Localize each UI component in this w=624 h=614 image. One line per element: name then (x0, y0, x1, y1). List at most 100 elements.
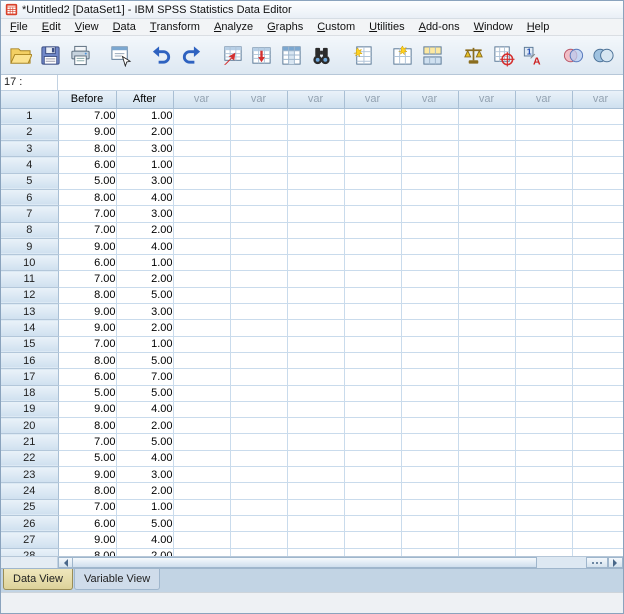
cell-var-empty[interactable] (230, 499, 288, 516)
cell-before[interactable]: 8.00 (58, 417, 117, 435)
scrollbar-thumb[interactable] (73, 557, 537, 568)
cell-var-empty[interactable] (401, 222, 459, 239)
cell-before[interactable]: 9.00 (58, 319, 117, 337)
cell-var-empty[interactable] (515, 385, 573, 402)
cell-after[interactable]: 2.00 (116, 482, 174, 500)
cell-var-empty[interactable] (572, 499, 623, 516)
cell-var-empty[interactable] (230, 417, 288, 435)
cell-var-empty[interactable] (401, 124, 459, 142)
menu-custom[interactable]: Custom (310, 19, 362, 35)
cell-before[interactable]: 8.00 (58, 352, 117, 370)
cell-var-empty[interactable] (173, 385, 231, 402)
column-header-var[interactable]: var (344, 91, 402, 109)
cell-var-empty[interactable] (287, 548, 345, 556)
cell-before[interactable]: 7.00 (58, 336, 117, 353)
cell-after[interactable]: 1.00 (116, 336, 174, 353)
column-header-var[interactable]: var (401, 91, 459, 109)
cell-after[interactable]: 1.00 (116, 156, 174, 174)
cell-var-empty[interactable] (572, 368, 623, 386)
row-header[interactable]: 10 (1, 254, 59, 272)
cell-var-empty[interactable] (344, 336, 402, 353)
row-header[interactable]: 25 (1, 499, 59, 516)
cell-var-empty[interactable] (401, 433, 459, 451)
cell-var-empty[interactable] (230, 254, 288, 272)
cell-var-empty[interactable] (515, 515, 573, 533)
cell-var-empty[interactable] (458, 238, 516, 256)
cell-var-empty[interactable] (515, 466, 573, 484)
cell-var-empty[interactable] (515, 482, 573, 500)
cell-var-empty[interactable] (287, 254, 345, 272)
cell-var-empty[interactable] (287, 270, 345, 288)
cell-before[interactable]: 8.00 (58, 548, 117, 556)
cell-after[interactable]: 2.00 (116, 548, 174, 556)
cell-var-empty[interactable] (230, 173, 288, 190)
column-header-var[interactable]: var (515, 91, 573, 109)
cell-var-empty[interactable] (173, 515, 231, 533)
row-header[interactable]: 8 (1, 222, 59, 239)
cell-var-empty[interactable] (572, 205, 623, 223)
cell-var-empty[interactable] (458, 205, 516, 223)
cell-var-empty[interactable] (458, 287, 516, 305)
cell-var-empty[interactable] (572, 156, 623, 174)
use-variable-sets-icon[interactable] (560, 41, 588, 69)
cell-var-empty[interactable] (458, 303, 516, 321)
cell-var-empty[interactable] (572, 433, 623, 451)
cell-var-empty[interactable] (344, 270, 402, 288)
row-header[interactable]: 22 (1, 450, 59, 468)
cell-var-empty[interactable] (401, 531, 459, 549)
cell-var-empty[interactable] (515, 336, 573, 353)
cell-before[interactable]: 9.00 (58, 303, 117, 321)
cell-var-empty[interactable] (230, 222, 288, 239)
cell-var-empty[interactable] (458, 222, 516, 239)
cell-var-empty[interactable] (401, 368, 459, 386)
row-header[interactable]: 13 (1, 303, 59, 321)
row-header[interactable]: 14 (1, 319, 59, 337)
row-header[interactable]: 23 (1, 466, 59, 484)
cell-after[interactable]: 1.00 (116, 499, 174, 516)
cell-before[interactable]: 9.00 (58, 401, 117, 419)
cell-var-empty[interactable] (173, 303, 231, 321)
cell-var-empty[interactable] (173, 205, 231, 223)
cell-var-empty[interactable] (173, 548, 231, 556)
row-header[interactable]: 5 (1, 173, 59, 190)
redo-icon[interactable] (178, 41, 206, 69)
cell-var-empty[interactable] (572, 303, 623, 321)
menu-data[interactable]: Data (106, 19, 143, 35)
cell-var-empty[interactable] (458, 531, 516, 549)
cell-var-empty[interactable] (515, 140, 573, 158)
cell-after[interactable]: 7.00 (116, 368, 174, 386)
cell-var-empty[interactable] (173, 466, 231, 484)
menu-help[interactable]: Help (520, 19, 557, 35)
cell-var-empty[interactable] (458, 482, 516, 500)
menu-analyze[interactable]: Analyze (207, 19, 260, 35)
row-header[interactable]: 15 (1, 336, 59, 353)
cell-var-empty[interactable] (572, 254, 623, 272)
cell-var-empty[interactable] (572, 515, 623, 533)
cell-var-empty[interactable] (344, 368, 402, 386)
cell-var-empty[interactable] (515, 499, 573, 516)
cell-after[interactable]: 3.00 (116, 173, 174, 190)
cell-var-empty[interactable] (173, 368, 231, 386)
variables-icon[interactable] (278, 41, 306, 69)
column-header-var[interactable]: var (458, 91, 516, 109)
cell-var-empty[interactable] (230, 433, 288, 451)
cell-after[interactable]: 1.00 (116, 254, 174, 272)
cell-var-empty[interactable] (515, 548, 573, 556)
cell-editor[interactable] (58, 75, 623, 90)
cell-var-empty[interactable] (515, 254, 573, 272)
cell-var-empty[interactable] (173, 531, 231, 549)
cell-var-empty[interactable] (230, 303, 288, 321)
cell-var-empty[interactable] (173, 352, 231, 370)
cell-after[interactable]: 5.00 (116, 287, 174, 305)
cell-var-empty[interactable] (515, 124, 573, 142)
cell-before[interactable]: 6.00 (58, 156, 117, 174)
cell-before[interactable]: 9.00 (58, 466, 117, 484)
cell-var-empty[interactable] (572, 238, 623, 256)
row-header[interactable]: 7 (1, 205, 59, 223)
cell-var-empty[interactable] (230, 515, 288, 533)
cell-var-empty[interactable] (173, 156, 231, 174)
cell-var-empty[interactable] (287, 433, 345, 451)
cell-var-empty[interactable] (230, 336, 288, 353)
cell-before[interactable]: 7.00 (58, 270, 117, 288)
cell-before[interactable]: 5.00 (58, 385, 117, 402)
